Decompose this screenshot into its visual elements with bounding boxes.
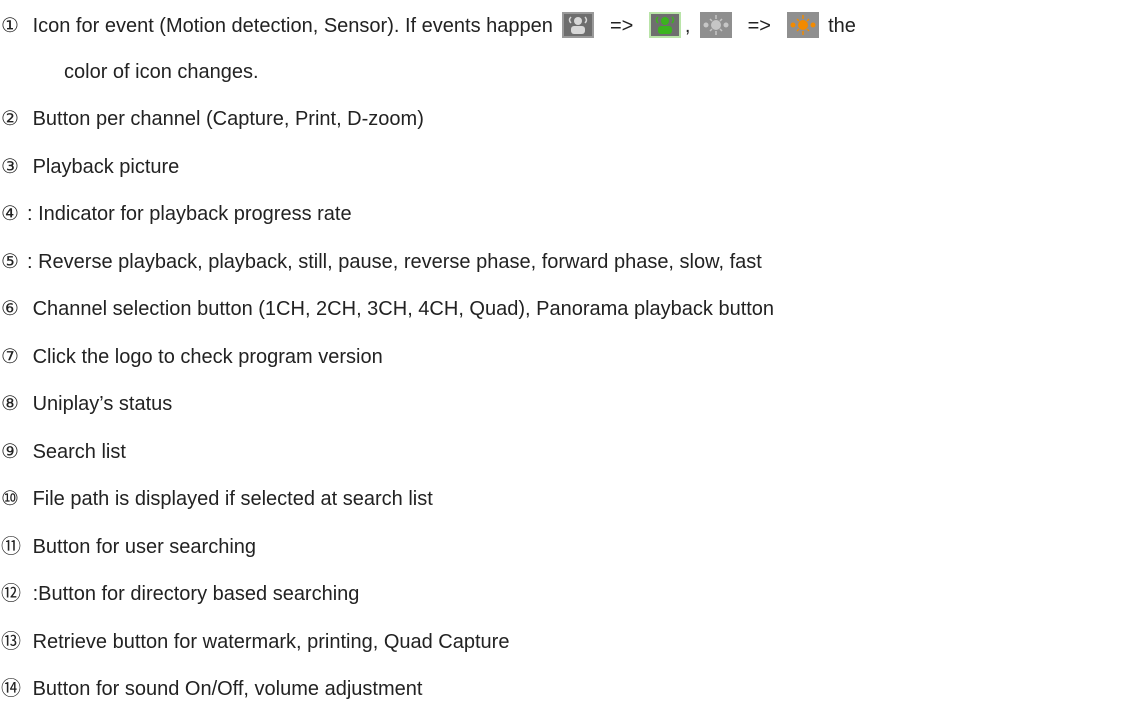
arrow-text: =>: [610, 15, 634, 37]
item-number: ⑥: [1, 298, 19, 320]
sensor-icon: [700, 12, 733, 38]
item-number: ⑤: [1, 251, 19, 273]
list-item: ⑫ :Button for directory based searching: [0, 582, 359, 606]
motion-person-icon: [562, 12, 595, 38]
item-text: :Button for directory based searching: [32, 583, 360, 605]
list-item: ⑤ : Reverse playback, playback, still, pa…: [0, 250, 762, 274]
item-number: ②: [1, 108, 19, 130]
sensor-active-icon: [786, 12, 819, 38]
item-number: ⑦: [1, 346, 19, 368]
item-number: ⑫: [1, 583, 21, 605]
tail-text: the: [828, 15, 856, 37]
list-item: ⑧ Uniplay’s status: [0, 392, 172, 416]
list-item: ⑦ Click the logo to check program versio…: [0, 345, 383, 369]
item-text: Button for user searching: [32, 536, 257, 558]
list-item: ⑥ Channel selection button (1CH, 2CH, 3C…: [0, 297, 774, 321]
list-item: ⑩ File path is displayed if selected at …: [0, 487, 433, 511]
item-text: Icon for event (Motion detection, Sensor…: [32, 15, 553, 37]
list-item: ⑪ Button for user searching: [0, 535, 256, 559]
item-number: ⑬: [1, 631, 21, 653]
item-text: Search list: [32, 441, 126, 463]
item-text: Channel selection button (1CH, 2CH, 3CH,…: [32, 298, 775, 320]
item-continuation: color of icon changes.: [64, 61, 259, 83]
item-text: : Reverse playback, playback, still, pau…: [27, 251, 762, 273]
motion-person-active-icon: [648, 12, 681, 38]
item-number: ③: [1, 156, 19, 178]
list-item: ④ : Indicator for playback progress rate: [0, 202, 352, 226]
item-number: ⑩: [1, 488, 19, 510]
item-number: ⑨: [1, 441, 19, 463]
arrow-text: =>: [747, 15, 771, 37]
item-text: Uniplay’s status: [32, 393, 173, 415]
comma-text: ,: [684, 15, 691, 37]
item-text: File path is displayed if selected at se…: [32, 488, 433, 510]
list-item: ⑭ Button for sound On/Off, volume adjust…: [0, 677, 422, 701]
item-text: Button per channel (Capture, Print, D-zo…: [32, 108, 424, 130]
list-item: ③ Playback picture: [0, 155, 179, 179]
item-number: ⑧: [1, 393, 19, 415]
item-text: : Indicator for playback progress rate: [27, 203, 352, 225]
item-text: Button for sound On/Off, volume adjustme…: [32, 678, 423, 700]
list-item: ② Button per channel (Capture, Print, D-…: [0, 107, 424, 131]
list-item: ① Icon for event (Motion detection, Sens…: [0, 12, 856, 38]
item-number: ①: [1, 15, 19, 37]
item-number: ⑭: [1, 678, 21, 700]
item-text: Click the logo to check program version: [32, 346, 383, 368]
item-number: ④: [1, 203, 19, 225]
list-item: ⑬ Retrieve button for watermark, printin…: [0, 630, 509, 654]
item-number: ⑪: [1, 536, 21, 558]
list-item: ⑨ Search list: [0, 440, 126, 464]
legend-list: ① Icon for event (Motion detection, Sens…: [0, 0, 1141, 728]
item-text: Retrieve button for watermark, printing,…: [32, 631, 510, 653]
item-text: Playback picture: [32, 156, 180, 178]
